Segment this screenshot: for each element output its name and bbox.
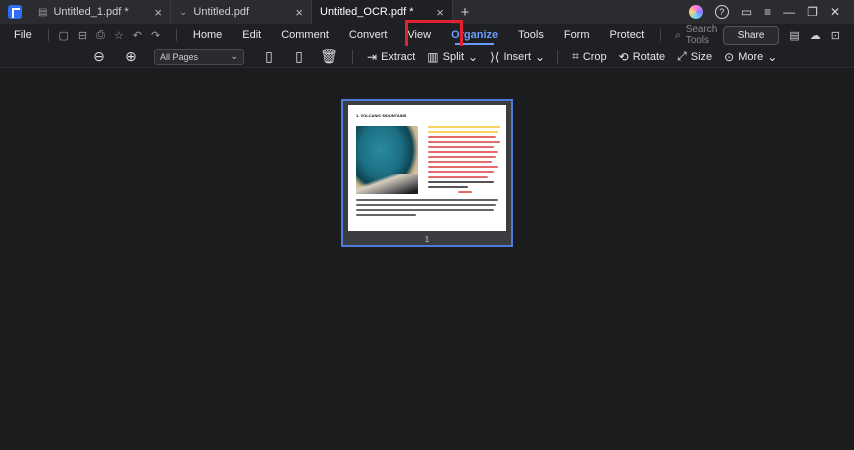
divider (352, 49, 353, 64)
tab-untitled[interactable]: ⌄ Untitled.pdf × (171, 0, 312, 24)
more-icon: ⊙ (724, 49, 735, 64)
tab-title: Untitled_OCR.pdf * (320, 6, 414, 18)
save-icon[interactable]: ▢ (58, 29, 68, 42)
search-placeholder: Search Tools (685, 24, 718, 46)
split-button[interactable]: ▥ Split ⌄ (427, 50, 478, 64)
chevron-down-icon: ⌄ (230, 51, 238, 61)
menu-convert[interactable]: Convert (339, 24, 398, 46)
menu-tools[interactable]: Tools (508, 24, 554, 46)
star-icon[interactable]: ☆ (114, 29, 124, 42)
menu-file[interactable]: File (14, 29, 32, 41)
split-icon: ▥ (427, 49, 439, 64)
help-icon[interactable]: ? (714, 5, 729, 19)
menu-home[interactable]: Home (183, 24, 232, 46)
divider (557, 49, 559, 64)
close-icon[interactable]: × (436, 5, 444, 20)
insert-after-icon[interactable]: ▯ (290, 48, 308, 65)
page-text-column (428, 126, 500, 196)
menu-right: Share ▤ ☁ ⊡ (722, 25, 854, 45)
page-body-text (356, 199, 498, 219)
page-number: 1 (424, 235, 430, 244)
app-logo (0, 0, 30, 24)
extract-icon: ⇥ (367, 49, 378, 64)
rotate-icon: ⟲ (618, 49, 629, 64)
insert-icon: ⟩⟨ (490, 49, 500, 64)
menu-protect[interactable]: Protect (600, 24, 655, 46)
insert-before-icon[interactable]: ▯ (260, 48, 278, 65)
page-preview: 1. VOLCANIC MOUNTAINS (348, 105, 506, 231)
zoom-out-icon[interactable]: ⊖ (90, 48, 108, 65)
pdfelement-logo-icon (8, 5, 22, 19)
chevron-down-icon: ⌄ (535, 49, 546, 64)
divider (47, 29, 49, 41)
chevron-down-icon: ⌄ (468, 49, 479, 64)
pages-select-value: All Pages (160, 51, 199, 62)
avatar[interactable] (688, 5, 703, 19)
size-icon: ⤢ (677, 49, 687, 63)
undo-icon[interactable]: ↶ (133, 29, 142, 42)
divider (176, 29, 177, 41)
pages-select[interactable]: All Pages ⌄ (154, 48, 244, 65)
tab-untitled-1[interactable]: ▤ Untitled_1.pdf * × (30, 0, 171, 24)
collapse-icon[interactable]: ⊡ (831, 29, 840, 42)
insert-button[interactable]: ⟩⟨ Insert ⌄ (490, 50, 545, 64)
restore-button[interactable]: ❐ (807, 5, 818, 19)
tab-title: Untitled.pdf (193, 6, 250, 18)
close-icon[interactable]: × (154, 5, 162, 20)
notification-icon[interactable]: ▭ (741, 5, 752, 19)
divider (660, 29, 662, 41)
extract-button[interactable]: ⇥ Extract (367, 50, 415, 64)
quick-access-icons: ▢ ⊟ ⎙ ☆ ↶ ↷ (58, 29, 160, 42)
open-icon[interactable]: ⊟ (78, 29, 87, 42)
search-icon: ⌕ (675, 29, 681, 41)
search-tools[interactable]: ⌕ Search Tools (675, 24, 723, 46)
rotate-button[interactable]: ⟲ Rotate (619, 50, 665, 64)
menu-edit[interactable]: Edit (232, 24, 271, 46)
cloud-upload-icon[interactable]: ☁ (810, 29, 821, 42)
minimize-button[interactable]: — (783, 5, 795, 19)
delete-page-icon[interactable]: 🗑 (320, 48, 338, 65)
menu-form[interactable]: Form (554, 24, 600, 46)
redo-icon[interactable]: ↷ (151, 29, 160, 42)
close-icon[interactable]: × (295, 5, 303, 20)
more-button[interactable]: ⊙ More ⌄ (724, 50, 777, 64)
organize-toolbar: ⊖ ⊕ All Pages ⌄ ▯ ▯ 🗑 ⇥ Extract ▥ Split ⌄ ⟩… (0, 46, 854, 68)
print-icon[interactable]: ⎙ (96, 29, 105, 42)
page-thumbnail[interactable]: 1. VOLCANIC MOUNTAINS 1 (341, 99, 513, 247)
share-button[interactable]: Share (722, 25, 780, 45)
crop-icon: ⌗ (572, 49, 579, 63)
zoom-in-icon[interactable]: ⊕ (122, 48, 140, 65)
pdf-file-icon: ▤ (38, 6, 48, 18)
chevron-down-icon: ⌄ (179, 6, 188, 18)
chevron-down-icon: ⌄ (767, 49, 778, 64)
window-controls: ? ▭ ≡ — ❐ ✕ (688, 0, 854, 24)
tab-title: Untitled_1.pdf * (53, 6, 129, 18)
crop-button[interactable]: ⌗ Crop (572, 49, 607, 64)
close-window-button[interactable]: ✕ (830, 5, 840, 19)
comment-panel-icon[interactable]: ▤ (789, 29, 799, 42)
volcano-photo (356, 126, 418, 194)
page-heading: 1. VOLCANIC MOUNTAINS (356, 113, 407, 118)
menu-comment[interactable]: Comment (271, 24, 339, 46)
pdf-editor-window: ▤ Untitled_1.pdf * × ⌄ Untitled.pdf × Un… (0, 0, 854, 450)
menu-icon[interactable]: ≡ (764, 5, 771, 19)
size-button[interactable]: ⤢ Size (677, 49, 712, 64)
page-thumbnail-area: 1. VOLCANIC MOUNTAINS 1 (0, 69, 854, 450)
